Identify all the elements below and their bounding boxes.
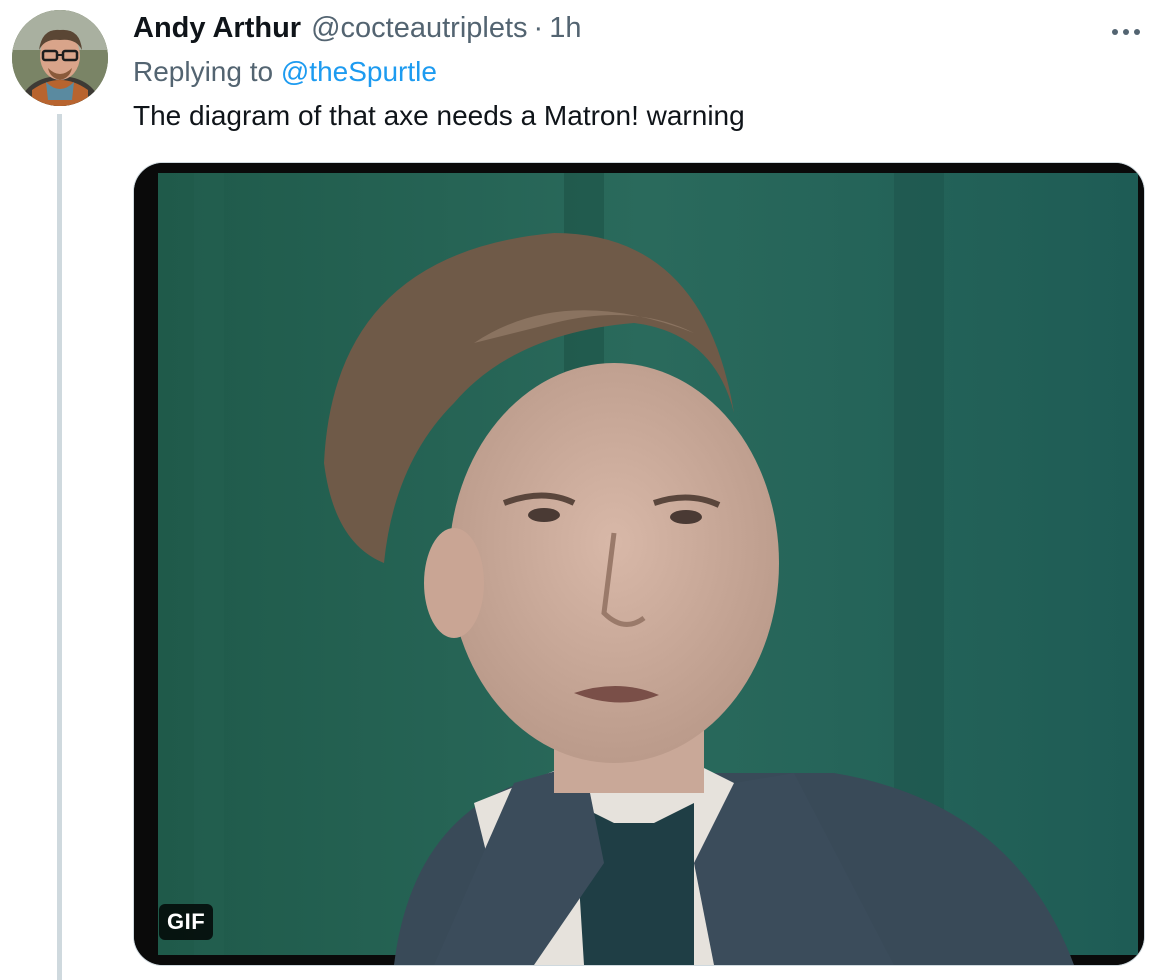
avatar-image	[12, 10, 108, 106]
author-handle[interactable]: @cocteautriplets	[311, 12, 527, 45]
replying-to-line: Replying to @theSpurtle	[133, 56, 437, 88]
tweet-header: Andy Arthur @cocteautriplets · 1h	[133, 12, 581, 48]
gif-badge: GIF	[159, 904, 214, 940]
gif-frame-image	[134, 163, 1144, 965]
thread-connector-line	[57, 114, 62, 980]
tweet-media-gif[interactable]: GIF	[133, 162, 1145, 966]
more-options-button[interactable]	[1110, 22, 1142, 42]
more-horizontal-icon	[1112, 29, 1140, 35]
replying-to-mention[interactable]: @theSpurtle	[281, 56, 437, 87]
author-name[interactable]: Andy Arthur	[133, 12, 301, 45]
tweet-text: The diagram of that axe needs a Matron! …	[133, 100, 745, 131]
replying-to-label: Replying to	[133, 56, 274, 87]
tweet-timestamp[interactable]: 1h	[549, 12, 581, 45]
header-separator: ·	[533, 12, 544, 44]
author-avatar[interactable]	[12, 10, 108, 106]
